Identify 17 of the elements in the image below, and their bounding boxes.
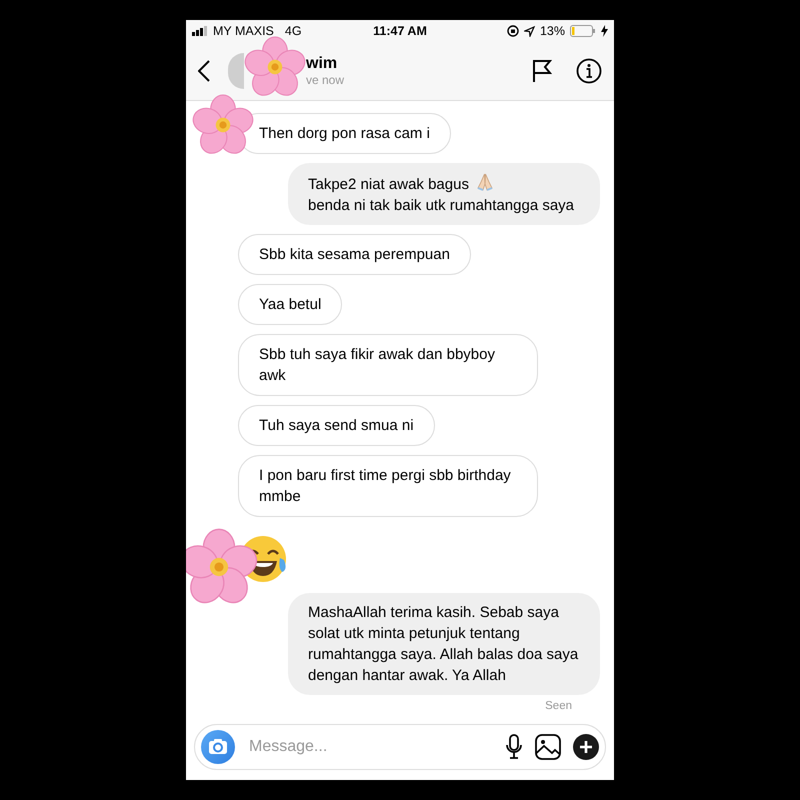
message-text: Takpe2 niat awak bagus <box>308 175 469 195</box>
message-text: benda ni tak baik utk rumahtangga saya <box>308 196 574 216</box>
carrier-name: MY MAXIS <box>213 24 274 38</box>
message-input[interactable]: Message... <box>247 737 493 757</box>
contact-name: wim <box>306 55 338 73</box>
message-field[interactable]: Message... <box>194 724 606 770</box>
active-status: ve now <box>306 73 346 87</box>
battery-percent: 13% <box>540 24 566 38</box>
message-bubble: Tuh saya send smua ni <box>238 405 435 446</box>
message-bubble: MashaAllah terima kasih. Sebab saya solat utk minta petunjuk tentang rumahtangga saya. Allah balas doa saya dengan hantar awak. Ya Allah <box>288 593 600 695</box>
seen-status: Seen <box>545 700 572 712</box>
message-bubble: Yaa betul <box>238 284 342 325</box>
message-bubble: Sbb tuh saya fikir awak dan bbyboy awk <box>238 334 538 396</box>
message-bubble: Sbb kita sesama perempuan <box>238 234 471 275</box>
network-type: 4G <box>284 24 302 38</box>
clock-time: 11:47 AM <box>373 24 427 38</box>
message-bubble: I pon baru first time pergi sbb birthday mmbe <box>238 455 538 517</box>
